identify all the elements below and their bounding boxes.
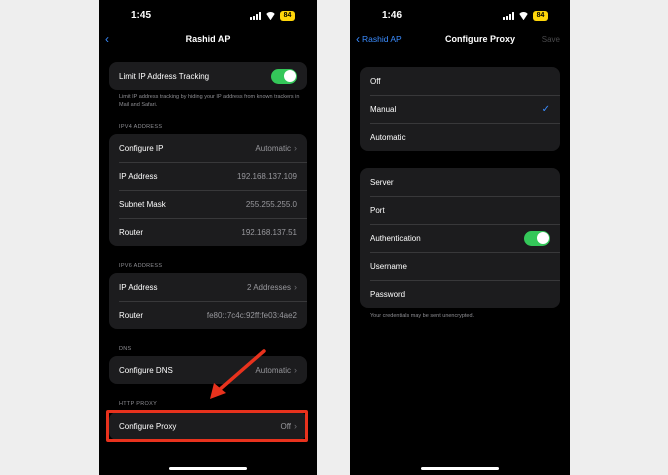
authentication-label: Authentication <box>370 233 421 243</box>
battery-icon: 84 <box>280 11 295 21</box>
router-row: Router 192.168.137.51 <box>109 218 307 246</box>
row-label: Router <box>119 310 144 320</box>
row-value: 192.168.137.109 <box>236 171 297 181</box>
username-field[interactable]: Username <box>360 252 560 280</box>
row-value: 255.255.255.0 <box>245 199 297 209</box>
proxy-fields-group: Server Port Authentication Username Pass… <box>360 168 560 308</box>
server-label: Server <box>370 177 394 187</box>
dns-section-header: DNS <box>119 346 132 352</box>
home-indicator <box>421 467 499 470</box>
port-label: Port <box>370 205 385 215</box>
proxy-mode-group: Off Manual ✓ Automatic <box>360 67 560 151</box>
red-arrow-annotation <box>210 349 266 399</box>
limit-ip-group: Limit IP Address Tracking <box>109 62 307 90</box>
row-value: Automatic <box>255 143 291 153</box>
status-time: 1:45 <box>131 10 152 21</box>
wifi-icon <box>265 12 276 20</box>
navigation-bar: ‹ Rashid AP <box>99 30 317 50</box>
status-bar: 1:46 84 <box>350 8 570 24</box>
ipv4-group: Configure IP Automatic › IP Address 192.1… <box>109 134 307 246</box>
authentication-row[interactable]: Authentication <box>360 224 560 252</box>
password-field[interactable]: Password <box>360 280 560 308</box>
status-time: 1:46 <box>382 10 403 21</box>
cellular-signal-icon <box>250 12 261 20</box>
authentication-toggle[interactable] <box>524 230 550 246</box>
chevron-right-icon: › <box>294 282 297 292</box>
chevron-right-icon: › <box>294 143 297 153</box>
row-label: IP Address <box>119 171 158 181</box>
row-label: Automatic <box>370 132 406 142</box>
row-label: Off <box>370 76 381 86</box>
phone-screen-configure-proxy: 1:46 84 ‹ Rashid AP Configure Proxy Save… <box>350 0 570 475</box>
cellular-signal-icon <box>503 12 514 20</box>
proxy-mode-off[interactable]: Off <box>360 67 560 95</box>
row-value: 192.168.137.51 <box>241 227 297 237</box>
wifi-icon <box>518 12 529 20</box>
row-label: Subnet Mask <box>119 199 166 209</box>
proxy-mode-manual[interactable]: Manual ✓ <box>360 95 560 123</box>
server-field[interactable]: Server <box>360 168 560 196</box>
configure-proxy-highlight <box>106 410 308 442</box>
row-label: Configure IP <box>119 143 164 153</box>
proxy-mode-automatic[interactable]: Automatic <box>360 123 560 151</box>
username-label: Username <box>370 261 407 271</box>
limit-ip-row[interactable]: Limit IP Address Tracking <box>109 62 307 90</box>
limit-ip-footnote: Limit IP address tracking by hiding your… <box>119 94 300 108</box>
ipv6-address-row[interactable]: IP Address 2 Addresses › <box>109 273 307 301</box>
limit-ip-label: Limit IP Address Tracking <box>119 71 210 81</box>
chevron-right-icon: › <box>294 365 297 375</box>
limit-ip-toggle[interactable] <box>271 68 297 84</box>
row-label: Configure DNS <box>119 365 173 375</box>
port-field[interactable]: Port <box>360 196 560 224</box>
status-icons: 84 <box>250 11 295 21</box>
navigation-bar: ‹ Rashid AP Configure Proxy Save <box>350 30 570 50</box>
row-value: fe80::7c4c:92ff:fe03:4ae2 <box>206 310 297 320</box>
configure-ip-row[interactable]: Configure IP Automatic › <box>109 134 307 162</box>
row-label: IP Address <box>119 282 158 292</box>
home-indicator <box>169 467 247 470</box>
status-icons: 84 <box>503 11 548 21</box>
ipv6-section-header: IPV6 ADDRESS <box>119 263 163 269</box>
ipv6-router-row: Router fe80::7c4c:92ff:fe03:4ae2 <box>109 301 307 329</box>
ipv4-section-header: IPV4 ADDRESS <box>119 124 163 130</box>
http-proxy-section-header: HTTP PROXY <box>119 401 158 407</box>
row-value: 2 Addresses <box>246 282 291 292</box>
save-button[interactable]: Save <box>542 35 560 44</box>
chevron-left-icon: ‹ <box>356 32 360 46</box>
subnet-mask-row: Subnet Mask 255.255.255.0 <box>109 190 307 218</box>
row-label: Router <box>119 227 144 237</box>
ip-address-row: IP Address 192.168.137.109 <box>109 162 307 190</box>
page-title: Rashid AP <box>185 34 231 44</box>
credentials-footnote: Your credentials may be sent unencrypted… <box>370 313 475 319</box>
ipv6-group: IP Address 2 Addresses › Router fe80::7c4… <box>109 273 307 329</box>
battery-icon: 84 <box>533 11 548 21</box>
row-label: Manual <box>370 104 397 114</box>
password-label: Password <box>370 289 406 299</box>
status-bar: 1:45 84 <box>99 8 317 24</box>
checkmark-icon: ✓ <box>541 103 550 115</box>
